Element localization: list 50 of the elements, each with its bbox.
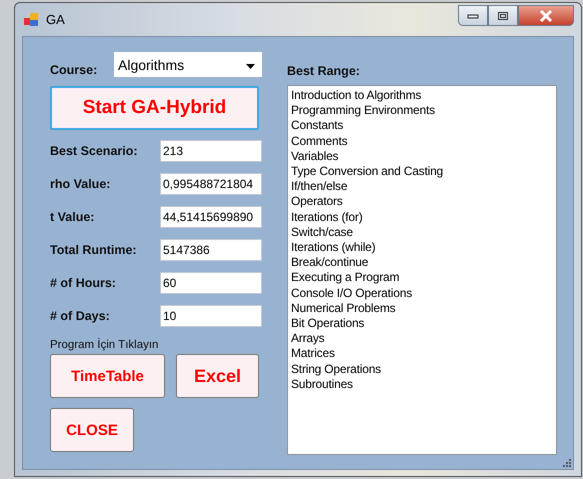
close-form-button[interactable]: CLOSE xyxy=(50,408,134,452)
minimize-button[interactable] xyxy=(458,5,488,26)
hint-text: Program İçin Tıklayın xyxy=(50,339,160,351)
window-title: GA xyxy=(46,12,65,27)
list-item[interactable]: Comments xyxy=(291,134,553,149)
list-item[interactable]: Operators xyxy=(291,194,553,210)
list-item[interactable]: Matrices xyxy=(291,346,553,362)
timetable-button[interactable]: TimeTable xyxy=(50,354,165,398)
excel-button[interactable]: Excel xyxy=(176,354,259,398)
value-field[interactable]: 10 xyxy=(160,305,262,327)
list-item[interactable]: Variables xyxy=(291,148,553,164)
list-item[interactable]: Executing a Program xyxy=(291,270,553,286)
list-item[interactable]: Subroutines xyxy=(291,376,553,392)
value-field[interactable]: 60 xyxy=(160,272,262,294)
field-label: Total Runtime: xyxy=(50,243,137,257)
list-item[interactable]: If/then/else xyxy=(291,179,553,194)
list-item[interactable]: Arrays xyxy=(291,331,553,346)
list-item[interactable]: String Operations xyxy=(291,362,553,377)
list-item[interactable]: Iterations (for) xyxy=(291,210,553,225)
field-label: t Value: xyxy=(50,210,94,224)
resize-grip-icon[interactable] xyxy=(563,459,571,467)
value-field[interactable]: 5147386 xyxy=(160,239,262,261)
list-item[interactable]: Numerical Problems xyxy=(291,300,553,316)
list-item[interactable]: Type Conversion and Casting xyxy=(291,164,553,180)
restore-icon xyxy=(497,10,509,20)
list-item[interactable]: Programming Environments xyxy=(291,103,553,118)
list-item[interactable]: Constants xyxy=(291,118,553,134)
close-icon xyxy=(539,10,553,22)
start-button[interactable]: Start GA-Hybrid xyxy=(50,86,259,130)
field-label: Best Scenario: xyxy=(50,144,138,158)
value-field[interactable]: 0,995488721804 xyxy=(160,173,262,195)
field-label: # of Hours: xyxy=(50,276,116,290)
value-field[interactable]: 213 xyxy=(160,140,262,162)
list-item[interactable]: Switch/case xyxy=(291,224,553,240)
course-label: Course: xyxy=(50,63,98,77)
list-item[interactable]: Iterations (while) xyxy=(291,240,553,256)
close-button[interactable] xyxy=(518,5,574,26)
list-item[interactable]: Introduction to Algorithms xyxy=(291,88,553,104)
course-dropdown[interactable]: Algorithms xyxy=(114,52,262,77)
minimize-icon xyxy=(467,12,479,18)
field-label: rho Value: xyxy=(50,177,110,191)
list-item[interactable]: Console I/O Operations xyxy=(291,286,553,301)
field-label: # of Days: xyxy=(50,309,110,323)
best-range-label: Best Range: xyxy=(287,64,361,78)
list-item[interactable]: Bit Operations xyxy=(291,316,553,332)
value-field[interactable]: 44,51415699890 xyxy=(160,206,262,228)
app-icon xyxy=(24,13,40,27)
caret-icon xyxy=(246,64,255,68)
list-item[interactable]: Break/continue xyxy=(291,255,553,270)
maximize-button[interactable] xyxy=(488,5,518,26)
